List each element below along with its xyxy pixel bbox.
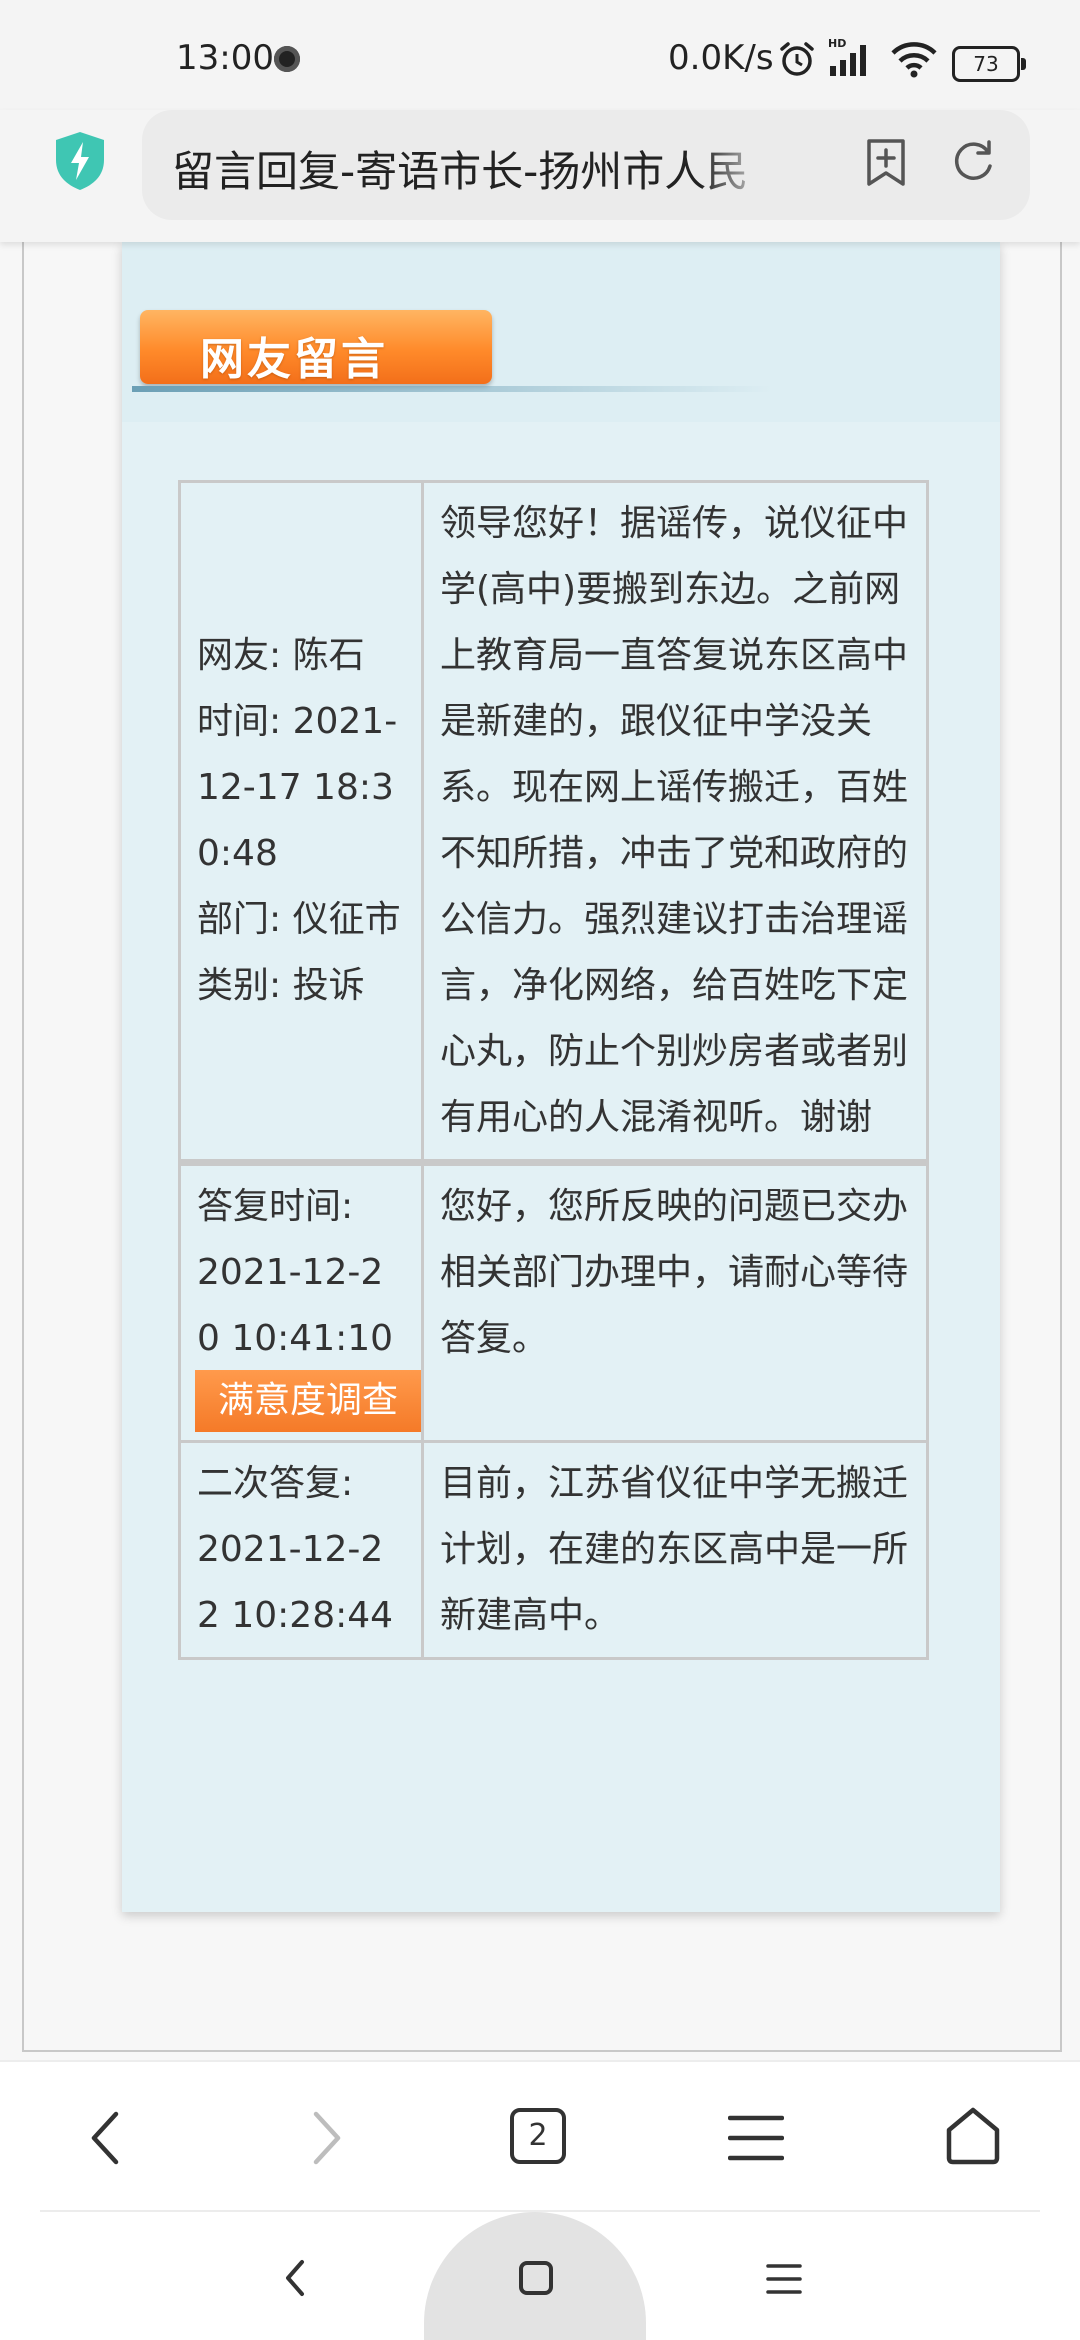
nav-home-icon[interactable] bbox=[518, 2260, 554, 2296]
reply-label: 答复时间: bbox=[197, 1186, 354, 1227]
battery-icon: 73 bbox=[952, 46, 1026, 82]
message-table: 网友: 陈石 时间: 2021-12-17 18:30:48 部门: 仪征市 类… bbox=[178, 480, 929, 1660]
forward-icon[interactable] bbox=[302, 2108, 350, 2168]
menu-icon[interactable] bbox=[728, 2114, 784, 2162]
nav-back-icon[interactable] bbox=[280, 2258, 310, 2298]
section-header: 网友留言 bbox=[122, 242, 1000, 422]
category-line: 类别: 投诉 bbox=[197, 965, 365, 1006]
second-reply-time: 2021-12-22 10:28:44 bbox=[197, 1529, 394, 1636]
back-icon[interactable] bbox=[82, 2108, 130, 2168]
url-title[interactable]: 留言回复-寄语市长-扬州市人民 bbox=[172, 138, 772, 199]
reply-content: 您好，您所反映的问题已交办相关部门办理中，请耐心等待答复。 bbox=[421, 1159, 929, 1443]
reply-time: 2021-12-20 10:41:10 bbox=[197, 1252, 394, 1359]
message-content: 领导您好！据谣传，说仪征中学(高中)要搬到东边。之前网上教育局一直答复说东区高中… bbox=[421, 480, 929, 1164]
section-title: 网友留言 bbox=[200, 334, 388, 385]
wifi-icon bbox=[891, 42, 937, 78]
dept-line: 部门: 仪征市 bbox=[197, 899, 401, 940]
section-title-tab: 网友留言 bbox=[140, 310, 492, 385]
satisfaction-survey-button[interactable]: 满意度调查 bbox=[195, 1370, 421, 1432]
address-bar[interactable]: 留言回复-寄语市长-扬州市人民 bbox=[142, 110, 1030, 220]
alarm-icon bbox=[780, 42, 814, 76]
second-reply-content: 目前，江苏省仪征中学无搬迁计划，在建的东区高中是一所新建高中。 bbox=[421, 1440, 929, 1660]
message-meta: 网友: 陈石 时间: 2021-12-17 18:30:48 部门: 仪征市 类… bbox=[178, 480, 424, 1164]
home-icon[interactable] bbox=[944, 2106, 1002, 2166]
user-line: 网友: 陈石 bbox=[197, 635, 365, 676]
net-speed: 0.0K/s bbox=[668, 38, 774, 78]
screen-record-icon bbox=[274, 46, 300, 72]
second-reply-row: 二次答复: 2021-12-22 10:28:44 目前，江苏省仪征中学无搬迁计… bbox=[178, 1440, 929, 1660]
title-underline bbox=[132, 386, 772, 392]
status-bar: 13:00 0.0K/s HD 73 bbox=[0, 0, 1080, 110]
browser-address-area: 留言回复-寄语市长-扬州市人民 bbox=[0, 110, 1080, 242]
second-reply-label: 二次答复: bbox=[197, 1463, 354, 1504]
add-bookmark-icon[interactable] bbox=[864, 136, 908, 188]
message-panel: 网友留言 网友: 陈石 时间: 2021-12-17 18:30:48 部门: … bbox=[122, 242, 1000, 1912]
status-time: 13:00 bbox=[176, 38, 274, 78]
system-nav-bar bbox=[0, 2212, 1080, 2340]
reply-meta: 答复时间: 2021-12-20 10:41:10 满意度调查 bbox=[178, 1159, 424, 1443]
second-reply-meta: 二次答复: 2021-12-22 10:28:44 bbox=[178, 1440, 424, 1660]
nav-recents-icon[interactable] bbox=[766, 2262, 802, 2296]
shield-bolt-icon[interactable] bbox=[52, 130, 108, 192]
reply-row: 答复时间: 2021-12-20 10:41:10 满意度调查 您好，您所反映的… bbox=[178, 1159, 929, 1443]
battery-level: 73 bbox=[973, 52, 999, 76]
tabs-icon[interactable]: 2 bbox=[510, 2108, 566, 2164]
tab-count: 2 bbox=[528, 2118, 548, 2153]
reload-icon[interactable] bbox=[948, 136, 998, 186]
svg-text:HD: HD bbox=[828, 37, 846, 50]
hd-signal-icon: HD bbox=[828, 37, 866, 76]
browser-toolbar: 2 bbox=[0, 2060, 1080, 2214]
time-line: 时间: 2021-12-17 18:30:48 bbox=[197, 701, 398, 874]
web-page: 网友留言 网友: 陈石 时间: 2021-12-17 18:30:48 部门: … bbox=[0, 242, 1080, 2060]
message-row: 网友: 陈石 时间: 2021-12-17 18:30:48 部门: 仪征市 类… bbox=[178, 480, 929, 1164]
